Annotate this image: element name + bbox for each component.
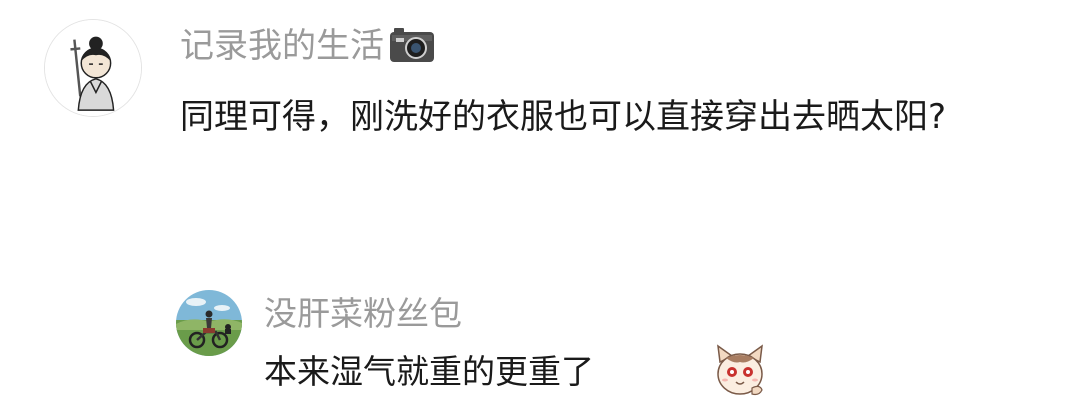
cartoon-swordsman-avatar-icon bbox=[45, 20, 141, 116]
avatar[interactable] bbox=[44, 19, 142, 117]
comment-item: 记录我的生活 同理可得，刚洗好的衣服也可以直接穿出去晒太阳? bbox=[0, 0, 1078, 230]
comment-text: 同理可得，刚洗好的衣服也可以直接穿出去晒太阳? bbox=[180, 97, 947, 137]
comment-text: 本来湿气就重的更重了 bbox=[264, 352, 594, 391]
comment-item: 没肝菜粉丝包 本来湿气就重的更重了 bbox=[0, 280, 1078, 416]
avatar[interactable] bbox=[176, 290, 242, 356]
cat-face-sticker-icon bbox=[717, 344, 763, 396]
motorcycle-rider-avatar-icon bbox=[176, 290, 242, 356]
username-text[interactable]: 记录我的生活 bbox=[180, 26, 384, 66]
username[interactable]: 没肝菜粉丝包 bbox=[264, 292, 462, 336]
username[interactable]: 记录我的生活 bbox=[180, 24, 436, 68]
camera-icon bbox=[390, 28, 434, 62]
